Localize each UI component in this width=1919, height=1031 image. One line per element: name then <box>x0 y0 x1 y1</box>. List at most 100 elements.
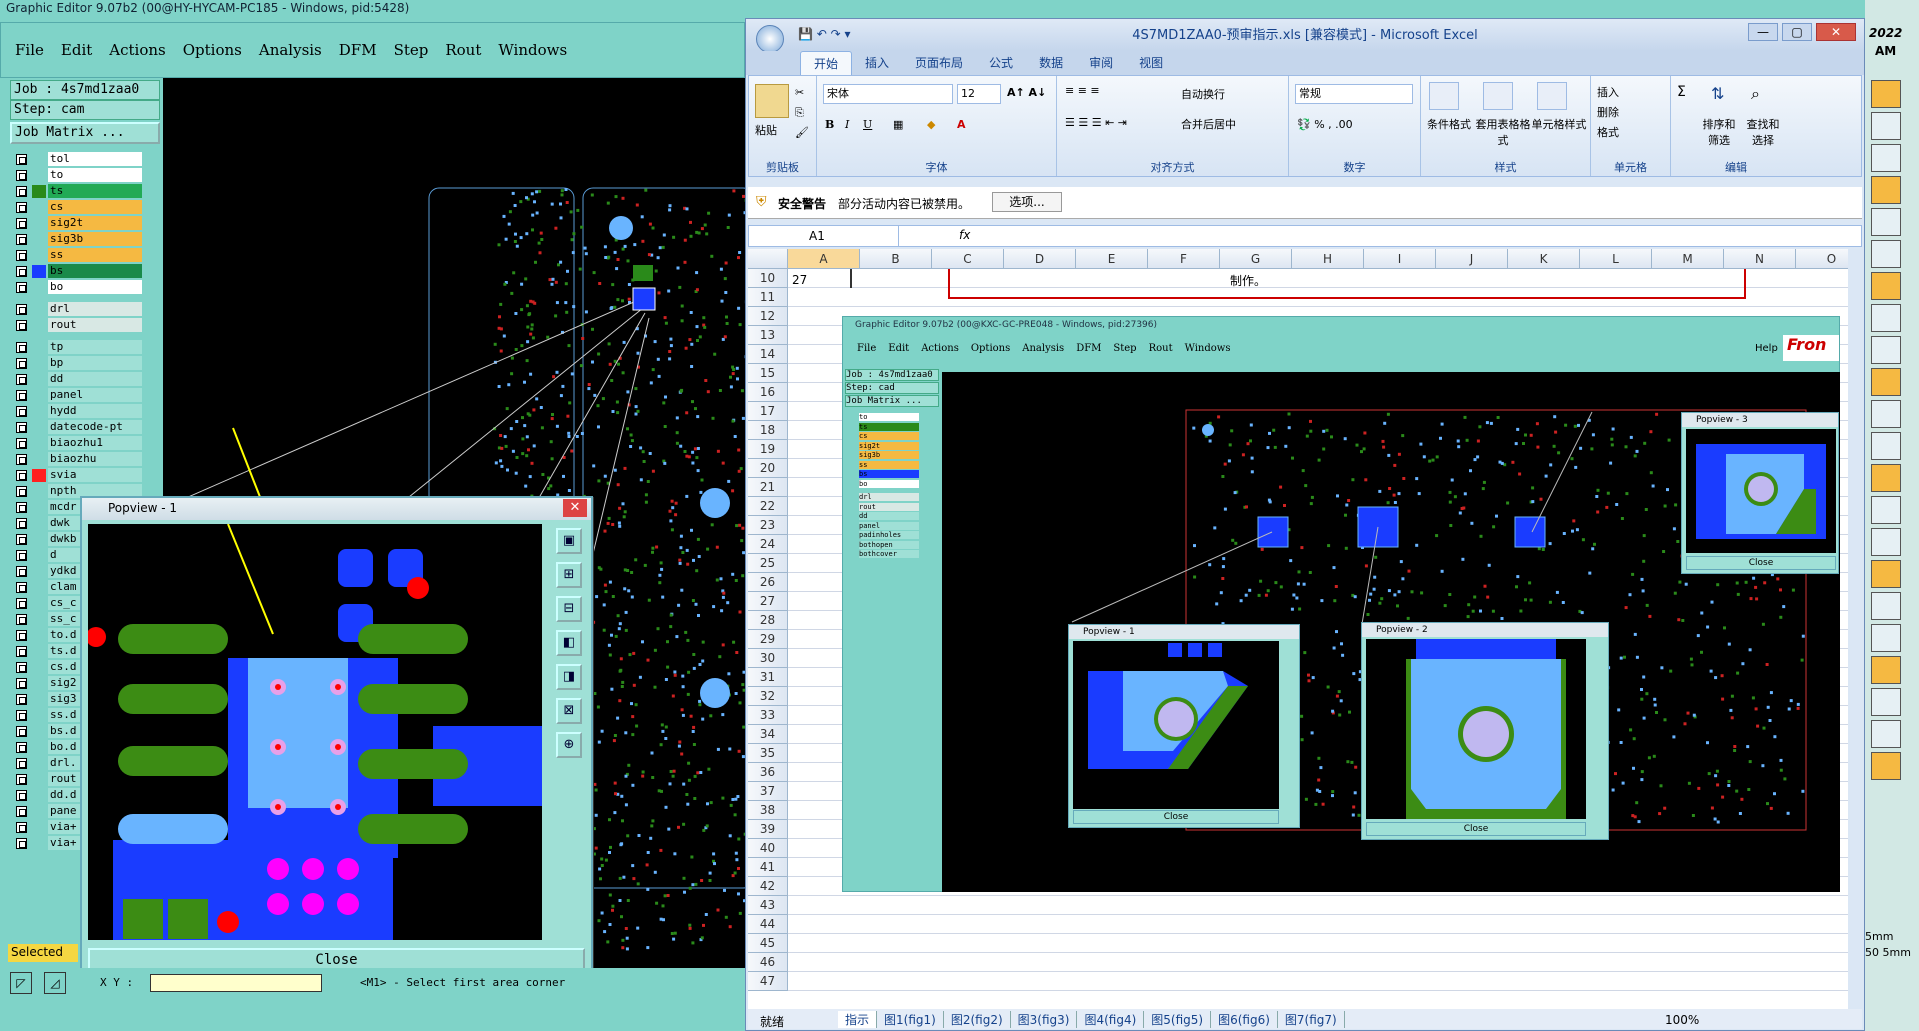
row-header[interactable]: 14 <box>748 345 788 364</box>
column-header[interactable]: O <box>1796 249 1848 269</box>
layer-checkbox[interactable] <box>16 486 27 497</box>
row-header[interactable]: 37 <box>748 782 788 801</box>
menu-file[interactable]: File <box>15 41 44 59</box>
tool-button-icon[interactable] <box>1871 560 1901 588</box>
layer-checkbox[interactable] <box>16 218 27 229</box>
font-name-select[interactable]: 宋体 <box>823 84 953 104</box>
column-header[interactable]: B <box>860 249 932 269</box>
tool-button-icon[interactable] <box>1871 144 1901 172</box>
tab-review[interactable]: 审阅 <box>1076 51 1126 75</box>
layer-checkbox[interactable] <box>16 694 27 705</box>
number-format-select[interactable]: 常规 <box>1295 84 1413 104</box>
layer-row[interactable]: tol <box>12 152 162 167</box>
row-header[interactable]: 18 <box>748 421 788 440</box>
column-header[interactable]: N <box>1724 249 1796 269</box>
select-all-corner[interactable] <box>748 249 788 269</box>
layer-checkbox[interactable] <box>16 614 27 625</box>
tool-button-icon[interactable] <box>1871 528 1901 556</box>
row-header[interactable]: 30 <box>748 649 788 668</box>
cut-icon[interactable]: ✂ <box>795 86 804 99</box>
paste-icon[interactable] <box>755 84 789 118</box>
row-header[interactable]: 47 <box>748 972 788 991</box>
popview-1-canvas[interactable] <box>88 524 542 940</box>
column-header[interactable]: E <box>1076 249 1148 269</box>
row-header[interactable]: 29 <box>748 630 788 649</box>
fit-icon[interactable]: ⊠ <box>556 698 582 724</box>
row-header[interactable]: 43 <box>748 896 788 915</box>
row-header[interactable]: 39 <box>748 820 788 839</box>
layer-checkbox[interactable] <box>16 170 27 181</box>
zoom-in-icon[interactable]: ⊞ <box>556 562 582 588</box>
insert-button[interactable]: 插入 <box>1597 84 1619 100</box>
tab-view[interactable]: 视图 <box>1126 51 1176 75</box>
column-header[interactable]: G <box>1220 249 1292 269</box>
row-header[interactable]: 19 <box>748 440 788 459</box>
layer-row[interactable]: ts <box>12 184 162 199</box>
row-header[interactable]: 15 <box>748 364 788 383</box>
layer-checkbox[interactable] <box>16 282 27 293</box>
tool-button-icon[interactable] <box>1871 496 1901 524</box>
tool-button-icon[interactable] <box>1871 432 1901 460</box>
sort-icon[interactable]: ⇅ <box>1711 84 1724 103</box>
layer-row[interactable]: cs <box>12 200 162 215</box>
sheet-tab-6[interactable]: 图6(fig6) <box>1211 1010 1278 1028</box>
office-button-icon[interactable] <box>756 25 784 53</box>
tool-button-icon[interactable] <box>1871 112 1901 140</box>
tab-formulas[interactable]: 公式 <box>976 51 1026 75</box>
cell-style-icon[interactable] <box>1537 82 1567 110</box>
close-icon[interactable]: ✕ <box>1816 23 1856 41</box>
cell-style-button[interactable]: 单元格样式 <box>1531 116 1587 132</box>
layer-checkbox[interactable] <box>16 266 27 277</box>
format-button[interactable]: 格式 <box>1597 124 1619 140</box>
row-header[interactable]: 17 <box>748 402 788 421</box>
row-header[interactable]: 27 <box>748 592 788 611</box>
zoom-home-icon[interactable]: ▣ <box>556 528 582 554</box>
currency-icon[interactable]: 💱 % , .00 <box>1297 118 1353 131</box>
grow-font-icon[interactable]: A↑ A↓ <box>1007 86 1046 99</box>
delete-button[interactable]: 删除 <box>1597 104 1619 120</box>
minimize-icon[interactable]: — <box>1748 23 1778 41</box>
layer-checkbox[interactable] <box>16 582 27 593</box>
tool-button-icon[interactable] <box>1871 240 1901 268</box>
layer-row[interactable]: tp <box>12 340 162 355</box>
table-format-icon[interactable] <box>1483 82 1513 110</box>
layer-checkbox[interactable] <box>16 678 27 689</box>
zoom-level[interactable]: 100% <box>1665 1013 1699 1027</box>
layer-checkbox[interactable] <box>16 422 27 433</box>
border-icon[interactable]: ▦ <box>893 118 903 131</box>
tool-button-icon[interactable] <box>1871 80 1901 108</box>
tool-button-icon[interactable] <box>1871 720 1901 748</box>
row-header[interactable]: 45 <box>748 934 788 953</box>
layer-row[interactable]: bs <box>12 264 162 279</box>
column-header[interactable]: M <box>1652 249 1724 269</box>
find-select-button[interactable]: 查找和选择 <box>1743 116 1783 148</box>
menu-actions[interactable]: Actions <box>109 41 165 59</box>
tool-button-icon[interactable] <box>1871 272 1901 300</box>
layer-checkbox[interactable] <box>16 374 27 385</box>
menu-edit[interactable]: Edit <box>61 41 92 59</box>
row-header[interactable]: 10 <box>748 269 788 288</box>
column-header[interactable]: A <box>788 249 860 269</box>
sort-filter-button[interactable]: 排序和筛选 <box>1699 116 1739 148</box>
layer-checkbox[interactable] <box>16 630 27 641</box>
tab-data[interactable]: 数据 <box>1026 51 1076 75</box>
row-header[interactable]: 11 <box>748 288 788 307</box>
tab-insert[interactable]: 插入 <box>852 51 902 75</box>
align-left-icon[interactable]: ☰ ☰ ☰ ⇤ ⇥ <box>1065 116 1127 129</box>
pointer-icon[interactable]: ◸ <box>10 972 32 994</box>
layer-checkbox[interactable] <box>16 534 27 545</box>
column-header[interactable]: K <box>1508 249 1580 269</box>
align-top-icon[interactable]: ≡ ≡ ≡ <box>1065 84 1100 97</box>
layer-checkbox[interactable] <box>16 470 27 481</box>
menu-dfm[interactable]: DFM <box>339 41 377 59</box>
layer-checkbox[interactable] <box>16 550 27 561</box>
job-matrix-button[interactable]: Job Matrix ... <box>10 122 160 144</box>
layer-checkbox[interactable] <box>16 774 27 785</box>
row-header[interactable]: 12 <box>748 307 788 326</box>
conditional-format-button[interactable]: 条件格式 <box>1421 116 1477 132</box>
layer-row[interactable]: hydd <box>12 404 162 419</box>
row-header[interactable]: 26 <box>748 573 788 592</box>
menu-analysis[interactable]: Analysis <box>259 41 322 59</box>
row-header[interactable]: 36 <box>748 763 788 782</box>
column-header[interactable]: D <box>1004 249 1076 269</box>
